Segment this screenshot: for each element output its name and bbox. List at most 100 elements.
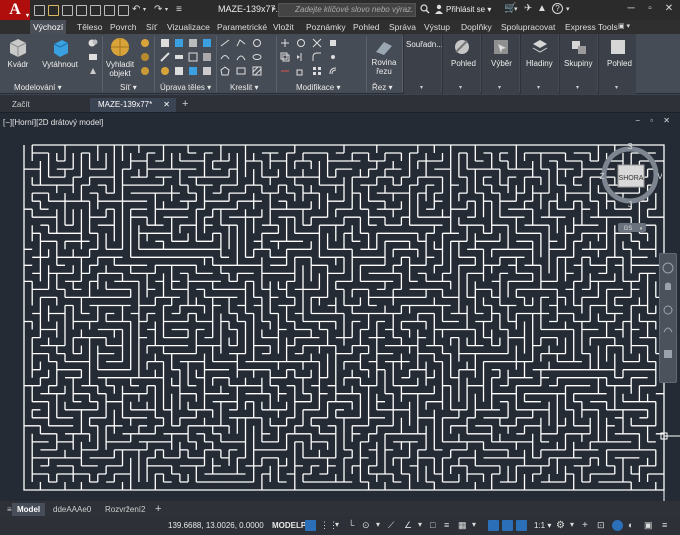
fillet-edge-icon[interactable]: [160, 66, 170, 76]
zoom-icon[interactable]: [663, 305, 673, 315]
ellipse-icon[interactable]: [252, 52, 262, 62]
lineweight-icon[interactable]: ≡: [444, 520, 455, 531]
arc-icon[interactable]: [236, 52, 246, 62]
coordinates-panel[interactable]: Souřadn... ▾: [403, 34, 443, 94]
customization-icon[interactable]: ≡: [662, 520, 673, 531]
autodesk-a-icon[interactable]: ▲: [537, 3, 547, 14]
groups-panel[interactable]: Skupiny ▾: [559, 34, 597, 94]
tab-layout-1[interactable]: ddeAAAe0: [48, 503, 96, 516]
signin-link[interactable]: Přihlásit se ▾: [446, 5, 491, 14]
tab-vizualizace[interactable]: Vizualizace: [164, 20, 213, 34]
mesh-refine-icon[interactable]: [140, 66, 150, 76]
steering-wheel-icon[interactable]: [662, 262, 674, 274]
viewcube[interactable]: SHORA S J V Z GS ▾: [598, 143, 662, 235]
tab-pohled[interactable]: Pohled: [350, 20, 382, 34]
drawing-canvas[interactable]: [−][Horní][2D drátový model] − ▫ ✕ SHORA…: [0, 112, 680, 502]
workspace-dropdown-icon[interactable]: ▾: [570, 520, 581, 531]
polar-icon[interactable]: ⊙: [362, 520, 373, 531]
help-dropdown-icon[interactable]: ▾: [566, 5, 570, 13]
tab-poznamky[interactable]: Poznámky: [303, 20, 349, 34]
rotate-icon[interactable]: [296, 38, 306, 48]
selection-cycling-icon[interactable]: ▾: [472, 520, 483, 531]
osnap-icon[interactable]: □: [430, 520, 441, 531]
tab-teleso[interactable]: Těleso: [74, 20, 106, 34]
viewport-controls[interactable]: − ▫ ✕: [635, 116, 674, 125]
thicken-icon[interactable]: [174, 52, 184, 62]
new-file-icon[interactable]: [34, 4, 45, 16]
pan-icon[interactable]: [665, 282, 671, 291]
exchange-icon[interactable]: ✈: [524, 3, 532, 14]
tab-spolupracovat[interactable]: Spolupracovat: [498, 20, 558, 34]
new-tab-button[interactable]: +: [178, 98, 188, 112]
osnap-tracking-icon[interactable]: ∠: [404, 520, 415, 531]
annotation-scale[interactable]: 1:1 ▾: [534, 521, 551, 530]
orbit-icon[interactable]: [663, 327, 673, 333]
mesh-smooth-more-icon[interactable]: [140, 38, 150, 48]
mirror-icon[interactable]: [296, 52, 306, 62]
separate-icon[interactable]: [188, 66, 198, 76]
web-open-icon[interactable]: [90, 4, 101, 16]
panel-label-modifikace[interactable]: Modifikace ▾: [296, 83, 341, 92]
tab-povrch[interactable]: Povrch: [107, 20, 139, 34]
panel-label-modelovani[interactable]: Modelování ▾: [14, 83, 62, 92]
new-layout-button[interactable]: +: [150, 503, 166, 516]
polygon-icon[interactable]: [220, 66, 230, 76]
scale-icon[interactable]: [296, 66, 306, 76]
smooth-object-button[interactable]: Vyhladit objekt: [104, 36, 136, 78]
solid-edit-subtract-icon[interactable]: [174, 38, 184, 48]
annotation-monitor-icon[interactable]: +: [582, 520, 593, 531]
view-panel[interactable]: Pohled ▾: [442, 34, 480, 94]
extract-edges-icon[interactable]: [188, 52, 198, 62]
tab-start[interactable]: Začít: [4, 98, 88, 112]
polyline-icon[interactable]: [236, 38, 246, 48]
undo-icon[interactable]: ↶: [132, 5, 140, 15]
fillet-icon[interactable]: [312, 52, 322, 62]
solid-edit-union-icon[interactable]: [160, 38, 170, 48]
tab-layout-2[interactable]: Rozvržení2: [100, 503, 150, 516]
mesh-smooth-less-icon[interactable]: [140, 52, 150, 62]
app-menu-button[interactable]: A ▾: [0, 0, 30, 20]
ribbon-minimize-icon[interactable]: ▣ ▾: [615, 20, 633, 34]
tab-vlozit[interactable]: Vložit: [270, 20, 297, 34]
subtract-icon[interactable]: [88, 52, 98, 62]
extrude-button[interactable]: Vytáhnout: [40, 36, 80, 69]
search-input[interactable]: Zadejte klíčové slovo nebo výraz.: [278, 3, 416, 17]
compass-south[interactable]: J: [628, 200, 632, 209]
polar-dropdown-icon[interactable]: ▾: [376, 520, 387, 531]
snap-icon[interactable]: ⋮⋮: [320, 520, 338, 531]
panel-label-uprava-teles[interactable]: Úprava těles ▾: [160, 83, 211, 92]
selection-panel[interactable]: Výběr ▾: [481, 34, 519, 94]
panel-label-kreslit[interactable]: Kreslit ▾: [230, 83, 258, 92]
tab-vychozi[interactable]: Výchozí: [30, 20, 67, 34]
solid-edit-intersect-icon[interactable]: [188, 38, 198, 48]
transparency-icon[interactable]: ▦: [458, 520, 469, 531]
tab-sprava[interactable]: Správa: [386, 20, 419, 34]
redo-icon[interactable]: ↷: [154, 5, 162, 15]
trim-icon[interactable]: [312, 38, 322, 48]
erase-icon[interactable]: [328, 38, 338, 48]
tab-menu-icon[interactable]: ≡: [2, 503, 12, 516]
workspace-gear-icon[interactable]: ⚙: [556, 520, 567, 531]
isodraft-icon[interactable]: ⟋: [388, 520, 399, 531]
units-icon[interactable]: ⊡: [597, 520, 608, 531]
search-arrow-icon[interactable]: ▸: [272, 4, 276, 13]
save-icon[interactable]: [62, 4, 73, 16]
taper-icon[interactable]: [202, 66, 212, 76]
coordinates-readout[interactable]: 139.6688, 13.0026, 0.0000: [168, 521, 264, 530]
offset-icon[interactable]: [328, 66, 338, 76]
stretch-icon[interactable]: [280, 66, 290, 76]
circle-icon[interactable]: [252, 38, 262, 48]
close-tab-icon[interactable]: ✕: [163, 98, 170, 112]
cart-dropdown-icon[interactable]: ▾: [514, 5, 518, 13]
web-save-icon[interactable]: [104, 4, 115, 16]
shell-icon[interactable]: [174, 66, 184, 76]
help-icon[interactable]: ?: [552, 3, 563, 14]
view2-panel[interactable]: Pohled ▾: [598, 34, 636, 94]
ortho-icon[interactable]: └: [348, 520, 359, 531]
solid-edit-extra-icon[interactable]: [202, 38, 212, 48]
panel-label-rez[interactable]: Řez ▾: [372, 83, 392, 92]
spline-icon[interactable]: [220, 52, 230, 62]
hatch-icon[interactable]: [252, 66, 262, 76]
move-icon[interactable]: [280, 38, 290, 48]
annotation-autoscale-icon[interactable]: [502, 520, 513, 531]
